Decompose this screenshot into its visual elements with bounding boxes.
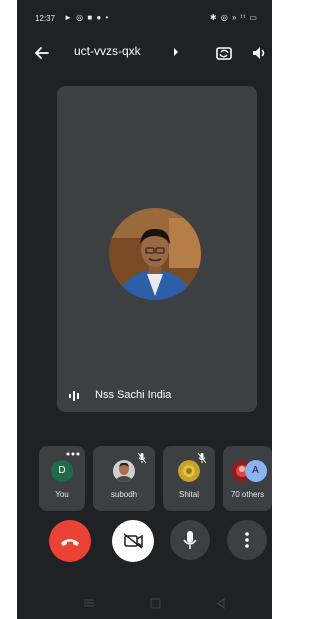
avatar xyxy=(113,460,135,482)
others-tile[interactable]: A 70 others xyxy=(223,446,272,511)
navigation-bar xyxy=(17,588,272,619)
avatar xyxy=(178,460,200,482)
more-horizontal-icon[interactable] xyxy=(66,452,80,456)
self-tile[interactable]: D You xyxy=(39,446,85,511)
system-status-icons: ✱ ◎ » ᵗᵗ ▭ xyxy=(209,13,258,22)
phone-screen: 12:37 ► ◎ ■ ● • ✱ ◎ » ᵗᵗ ▭ uct-vvzs-qxk xyxy=(17,0,272,619)
participant-label: subodh xyxy=(110,490,138,499)
main-participant-tile[interactable]: Nss Sachi India xyxy=(57,86,257,412)
participant-name: Nss Sachi India xyxy=(95,389,172,401)
audio-output-button[interactable] xyxy=(249,42,271,64)
back-button[interactable] xyxy=(31,42,53,64)
camera-toggle-button[interactable] xyxy=(112,520,154,562)
call-controls xyxy=(17,520,272,570)
notification-icons: ► ◎ ■ ● • xyxy=(64,13,110,22)
arrow-left-icon xyxy=(35,47,49,59)
video-off-icon xyxy=(123,533,143,549)
participant-tile[interactable]: subodh xyxy=(93,446,155,511)
mic-off-icon xyxy=(137,452,147,464)
audio-level-icon xyxy=(69,391,79,401)
switch-camera-button[interactable] xyxy=(213,42,235,64)
participant-label: You xyxy=(55,490,69,499)
mic-icon xyxy=(183,531,197,549)
avatar: D xyxy=(51,460,73,482)
speaker-icon xyxy=(253,47,265,59)
status-time: 12:37 xyxy=(35,14,56,23)
end-call-button[interactable] xyxy=(49,520,91,562)
participant-label: 70 others xyxy=(230,490,265,499)
meeting-code[interactable]: uct-vvzs-qxk xyxy=(74,44,141,58)
phone-hangup-icon xyxy=(61,539,79,546)
chevron-right-icon[interactable] xyxy=(172,47,180,57)
back-nav-icon[interactable] xyxy=(216,598,226,609)
more-vertical-icon xyxy=(245,532,249,548)
more-options-button[interactable] xyxy=(227,520,267,560)
participant-avatar xyxy=(109,208,201,300)
avatar: A xyxy=(244,460,267,482)
camera-switch-icon xyxy=(216,47,232,60)
home-icon[interactable] xyxy=(150,598,161,609)
participant-tile[interactable]: Shital xyxy=(163,446,215,511)
status-bar: 12:37 ► ◎ ■ ● • ✱ ◎ » ᵗᵗ ▭ xyxy=(17,0,272,34)
microphone-button[interactable] xyxy=(170,520,210,560)
mic-off-icon xyxy=(197,452,207,464)
top-bar: uct-vvzs-qxk xyxy=(17,34,272,70)
menu-icon[interactable] xyxy=(83,598,95,608)
participant-label: Shital xyxy=(178,490,199,499)
